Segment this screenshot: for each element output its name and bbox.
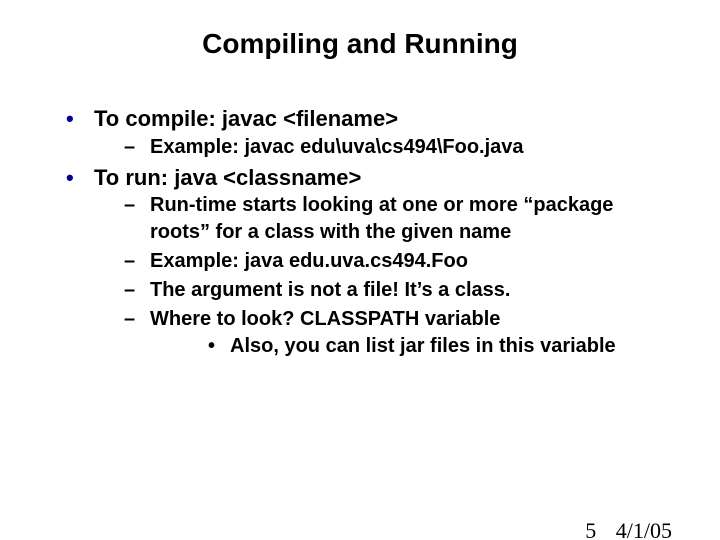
subsub-bullet-text: Also, you can list jar files in this var… [230,335,616,357]
page-number: 5 [585,518,596,540]
slide: Compiling and Running To compile: javac … [0,28,720,540]
bullet-text: To compile: javac <filename> [94,106,398,131]
subsub-bullet-item: Also, you can list jar files in this var… [150,333,670,360]
sub-bullet-list: Example: javac edu\uva\cs494\Foo.java [94,134,670,161]
slide-footer: 5 4/1/05 [585,518,672,540]
sub-bullet-text: Where to look? CLASSPATH variable [150,308,500,330]
bullet-item: To run: java <classname> Run-time starts… [66,163,670,361]
sub-bullet-item: Example: java edu.uva.cs494.Foo [94,248,670,275]
sub-bullet-text: Example: java edu.uva.cs494.Foo [150,250,468,272]
sub-bullet-text: The argument is not a file! It’s a class… [150,279,510,301]
slide-date: 4/1/05 [616,518,672,540]
sub-bullet-text: Example: javac edu\uva\cs494\Foo.java [150,136,524,158]
slide-title: Compiling and Running [0,28,720,60]
sub-bullet-item: The argument is not a file! It’s a class… [94,277,670,304]
sub-bullet-item: Where to look? CLASSPATH variable Also, … [94,306,670,360]
bullet-text: To run: java <classname> [94,165,361,190]
sub-bullet-list: Run-time starts looking at one or more “… [94,192,670,360]
bullet-item: To compile: javac <filename> Example: ja… [66,104,670,161]
sub-bullet-item: Run-time starts looking at one or more “… [94,192,670,246]
bullet-list: To compile: javac <filename> Example: ja… [66,104,670,360]
subsub-bullet-list: Also, you can list jar files in this var… [150,333,670,360]
sub-bullet-item: Example: javac edu\uva\cs494\Foo.java [94,134,670,161]
slide-content: To compile: javac <filename> Example: ja… [66,104,670,360]
sub-bullet-text: Run-time starts looking at one or more “… [150,194,613,243]
